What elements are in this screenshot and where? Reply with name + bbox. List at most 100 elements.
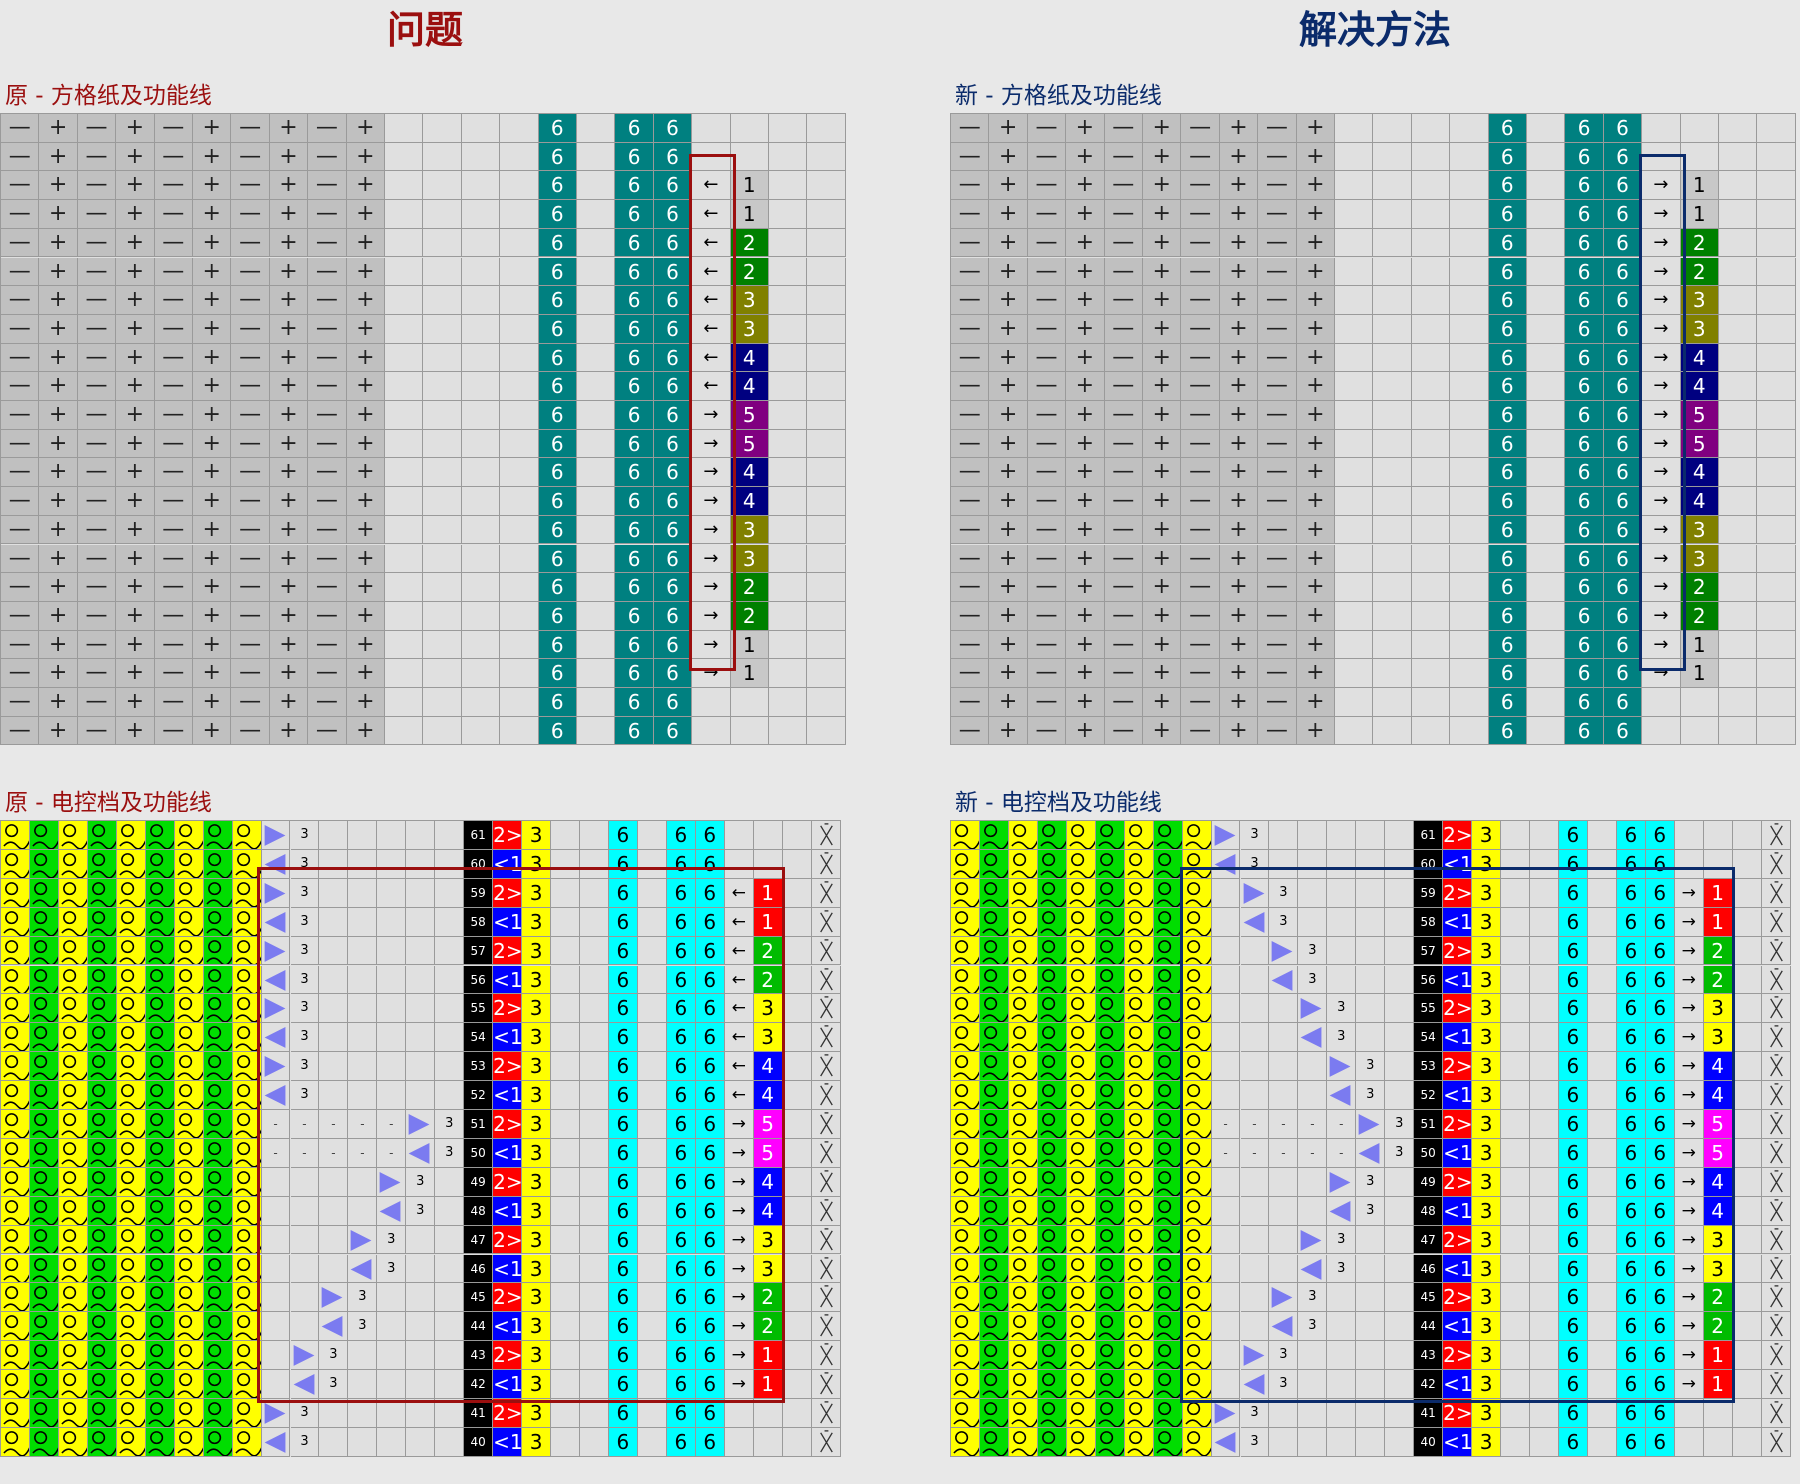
needle-value: 6 (538, 286, 577, 315)
yarn-knot-icon (1095, 1081, 1125, 1110)
empty-cell (319, 1023, 349, 1053)
empty-cell (1356, 1427, 1386, 1457)
empty-cell (1587, 821, 1617, 850)
needle-value: 6 (1565, 228, 1604, 258)
empty-cell (769, 688, 808, 717)
empty-cell (1373, 286, 1412, 315)
empty-cell (1385, 1254, 1415, 1284)
left-cam-label: 原 - 电控档及功能线 (5, 790, 212, 816)
empty-cell (1527, 200, 1566, 229)
stitch-x-icon (1761, 936, 1791, 966)
empty-cell (782, 1225, 812, 1255)
stitch-symbol: + (1066, 314, 1105, 344)
needle-value: 6 (1616, 1110, 1646, 1139)
direction-arrow: → (1674, 1225, 1704, 1255)
empty-cell (1501, 1312, 1530, 1342)
yarn-knot-icon (116, 1399, 146, 1428)
stitch-symbol: — (951, 372, 990, 401)
stitch-symbol: + (1143, 314, 1182, 344)
yarn-knot-icon (203, 994, 233, 1024)
empty-cell (1587, 849, 1617, 879)
yarn-knot-icon (145, 936, 175, 966)
needle-value: 6 (666, 1138, 696, 1168)
empty-cell (406, 1052, 436, 1082)
direction-arrow: → (1642, 487, 1681, 516)
right-cam-grid[interactable]: 3 61 2> 3 6 6 6 3 60 <1 3 6 6 6 3 59 2> … (950, 820, 1791, 1457)
needle-value: 6 (695, 1283, 725, 1313)
empty-cell (1501, 1052, 1530, 1082)
needle-value: 6 (608, 1283, 638, 1313)
empty-cell (1757, 601, 1796, 631)
yarn-knot-icon (145, 1254, 175, 1284)
empty-cell (1373, 659, 1412, 688)
empty-cell (1530, 1196, 1559, 1226)
row-number: 50 (1414, 1138, 1444, 1168)
stitch-x-icon (811, 821, 841, 850)
stitch-symbol: — (1258, 171, 1297, 201)
empty-cell (551, 1370, 580, 1399)
needle-value: 6 (1565, 716, 1604, 746)
function-line-value: 1 (1680, 659, 1719, 688)
function-line-value: 3 (1703, 1023, 1733, 1053)
direction-arrow: ← (692, 228, 731, 258)
empty-cell (290, 1196, 320, 1226)
yarn-knot-icon (1153, 1341, 1183, 1371)
needle-value: 6 (608, 1427, 638, 1457)
empty-cell (769, 200, 808, 229)
left-stitch-grid[interactable]: — + — + — + — + — +6 6 6— + — + — + — + — +6 6 6— + — + — + — + — +6 6 6 ←… (0, 113, 846, 746)
triangle-left-icon (1240, 1370, 1270, 1399)
empty-cell (1527, 429, 1566, 459)
right-stitch-grid[interactable]: — + — + — + — + — +6 6 6— + — + — + — + — +6 6 6— + — + — + — + — +6 6 6 →… (950, 113, 1796, 746)
yarn-knot-icon (29, 1312, 59, 1342)
empty-cell (1385, 821, 1415, 850)
row-number: 59 (464, 878, 494, 908)
direction-arrow: ← (724, 878, 754, 908)
empty-cell (692, 716, 731, 746)
empty-cell (319, 1081, 349, 1110)
row-number: 56 (464, 965, 494, 995)
stitch-symbol: + (1143, 544, 1182, 574)
triangle-left-icon (1298, 1254, 1328, 1284)
function-line-value: 4 (753, 1052, 783, 1082)
empty-cell (551, 907, 580, 937)
stitch-symbol: + (39, 630, 78, 660)
needle-value: 6 (1558, 849, 1588, 879)
yarn-knot-icon (1, 1254, 30, 1284)
speed-value: 3 (377, 1254, 407, 1284)
stitch-x-icon (1761, 1023, 1791, 1053)
needle-value: 6 (1616, 1341, 1646, 1371)
system-value: 3 (522, 1427, 552, 1457)
empty-cell (1385, 994, 1415, 1024)
empty-cell (1211, 1052, 1241, 1082)
stitch-symbol: — (77, 286, 117, 315)
stitch-symbol: — (1027, 573, 1067, 602)
yarn-knot-icon (58, 1196, 88, 1226)
stitch-symbol: — (1, 114, 40, 143)
carriage-direction: <1 (1443, 1081, 1473, 1110)
yarn-knot-icon (1066, 1023, 1096, 1053)
empty-cell (1411, 401, 1451, 430)
needle-value: 6 (1645, 1138, 1675, 1168)
yarn-knot-icon (1066, 1399, 1096, 1428)
left-cam-grid[interactable]: 3 61 2> 3 6 6 6 3 60 <1 3 6 6 6 3 59 2> … (0, 820, 841, 1457)
stitch-symbol: + (1296, 573, 1335, 602)
triangle-right-icon (319, 1283, 349, 1313)
empty-cell (637, 1312, 667, 1342)
stitch-symbol: — (1104, 142, 1143, 172)
stitch-symbol: — (1181, 228, 1220, 258)
stitch-symbol: + (989, 343, 1028, 373)
speed-value: 3 (348, 1283, 378, 1313)
empty-cell (423, 257, 462, 287)
yarn-knot-icon (1037, 1341, 1067, 1371)
carriage-direction: 2> (1443, 1283, 1473, 1313)
stitch-symbol: — (231, 228, 270, 258)
empty-cell (1269, 1399, 1299, 1428)
triangle-right-icon (261, 994, 291, 1024)
function-line-value: 3 (753, 1225, 783, 1255)
needle-value: 6 (653, 228, 693, 258)
stitch-symbol: + (346, 114, 385, 143)
empty-cell (782, 1110, 812, 1139)
empty-cell (1674, 849, 1704, 879)
yarn-knot-icon (951, 821, 980, 850)
empty-cell (807, 659, 846, 688)
